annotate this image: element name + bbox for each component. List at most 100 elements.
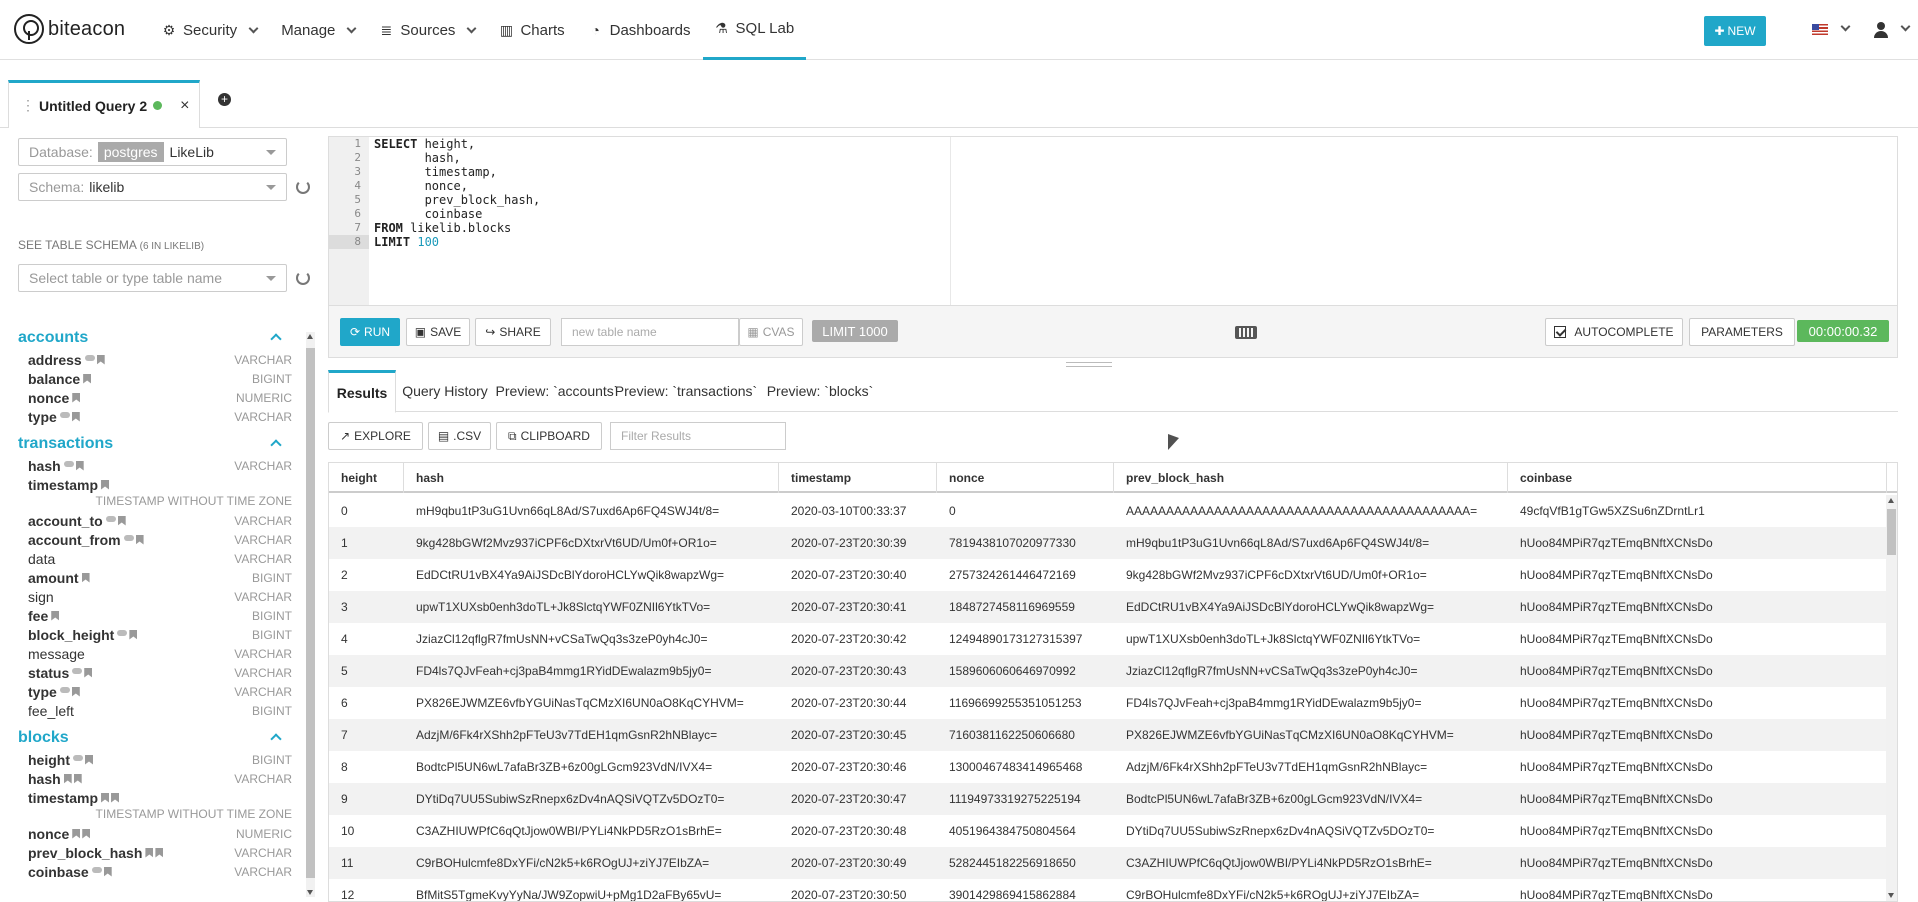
run-button[interactable]: ⟳ RUN [340, 318, 400, 346]
add-tab-icon[interactable]: + [218, 93, 231, 106]
explore-button[interactable]: ↗ EXPLORE [328, 422, 423, 450]
column-row[interactable]: prev_block_hash VARCHAR [0, 843, 306, 862]
autocomplete-toggle[interactable]: AUTOCOMPLETE [1545, 318, 1683, 346]
result-tab[interactable]: Results [328, 370, 396, 413]
table-row[interactable]: 11 C9rBOHulcmfe8DxYFi/cN2k5+k6ROgUJ+ziYJ7… [329, 847, 1887, 879]
language-flag-icon[interactable] [1812, 24, 1828, 35]
limit-dropdown[interactable]: LIMIT 1000 [812, 320, 898, 342]
table-row[interactable]: 0 mH9qbu1tP3uG1Uvn66qL8Ad/S7uxd6Ap6FQ4SWJ… [329, 495, 1887, 527]
column-row[interactable]: timestamp [0, 788, 306, 807]
table-row[interactable]: 8 BodtcPl5UN6wL7afaBr3ZB+6z00gLGcm923VdN/… [329, 751, 1887, 783]
database-select[interactable]: Database: postgres LikeLib [18, 138, 287, 166]
refresh-tables-icon[interactable] [296, 271, 310, 285]
scroll-down-icon[interactable] [1888, 893, 1894, 898]
column-row[interactable]: address VARCHAR [0, 350, 306, 369]
column-row[interactable]: type VARCHAR [0, 682, 306, 701]
scroll-down-icon[interactable] [307, 890, 313, 895]
column-row[interactable]: nonce NUMERIC [0, 824, 306, 843]
column-row[interactable]: status VARCHAR [0, 663, 306, 682]
table-row[interactable]: 12 BfMitS5TgmeKvyYyNa/JW9ZopwiU+pMg1D2aFB… [329, 879, 1887, 901]
column-row[interactable]: fee BIGINT [0, 606, 306, 625]
bookmark-icon [82, 828, 91, 839]
column-row[interactable]: block_height BIGINT [0, 625, 306, 644]
scroll-up-icon[interactable] [307, 334, 313, 339]
column-row[interactable]: timestamp [0, 475, 306, 494]
column-row[interactable]: coinbase VARCHAR [0, 862, 306, 881]
column-row[interactable]: height BIGINT [0, 750, 306, 769]
scrollbar-thumb[interactable] [1887, 509, 1896, 555]
table-row[interactable]: 4 JziazCl12qflgR7fmUsNN+vCSaTwQq3s3zeP0yh… [329, 623, 1887, 655]
checkbox-checked-icon[interactable] [1554, 326, 1567, 338]
user-icon[interactable] [1874, 22, 1888, 38]
column-row[interactable]: data VARCHAR [0, 549, 306, 568]
column-header-hash[interactable]: hash [404, 463, 779, 493]
column-row[interactable]: account_to VARCHAR [0, 511, 306, 530]
column-row[interactable]: balance BIGINT [0, 369, 306, 388]
chevron-up-icon[interactable] [270, 439, 282, 451]
result-tab[interactable]: Query History [396, 370, 494, 412]
editor-code[interactable]: SELECT height, hash, timestamp, nonce, p… [374, 137, 540, 249]
column-header-timestamp[interactable]: timestamp [779, 463, 937, 493]
new-table-name-input[interactable]: new table name [561, 318, 739, 346]
sql-editor[interactable]: 12345678 SELECT height, hash, timestamp,… [328, 136, 1898, 306]
save-button[interactable]: ▣ SAVE [406, 318, 470, 346]
table-row[interactable]: 5 FD4ls7QJvFeah+cj3paB4mmg1RYidDEwalazm9b… [329, 655, 1887, 687]
chevron-up-icon[interactable] [270, 333, 282, 345]
share-button[interactable]: ↪ SHARE [475, 318, 551, 346]
column-row[interactable]: fee_left BIGINT [0, 701, 306, 720]
chevron-down-icon[interactable] [1840, 21, 1851, 32]
column-row[interactable]: account_from VARCHAR [0, 530, 306, 549]
column-header-prev-block-hash[interactable]: prev_block_hash [1114, 463, 1508, 493]
drag-handle-icon[interactable]: ⋮ [21, 97, 35, 114]
keyboard-shortcuts-icon[interactable] [1235, 326, 1257, 339]
refresh-schema-icon[interactable] [296, 180, 310, 194]
table-row[interactable]: 9 DYtiDq7UU5SubiwSzRnepx6zDv4nAQSiVQTZv5D… [329, 783, 1887, 815]
scrollbar-thumb[interactable] [306, 348, 315, 878]
schema-select[interactable]: Schema: likelib [18, 173, 287, 201]
table-row[interactable]: 1 9kg428bGWf2Mvz937iCPF6cDXtxrVt6UD/Um0f+… [329, 527, 1887, 559]
chevron-up-icon[interactable] [270, 733, 282, 745]
nav-item-charts[interactable]: ▥ Charts [487, 0, 576, 60]
table-row[interactable]: 3 upwT1XUXsb0enh3doTL+Jk8SlctqYWF0ZNIl6Yt… [329, 591, 1887, 623]
filter-results-input[interactable]: Filter Results [610, 422, 786, 450]
csv-button[interactable]: ▤ .CSV [428, 422, 491, 450]
table-row[interactable]: 10 C3AZHIUWPfC6qQtJjow0WBI/PYLi4NkPD5RzO1… [329, 815, 1887, 847]
results-scrollbar[interactable] [1886, 495, 1897, 901]
column-row[interactable]: hash VARCHAR [0, 456, 306, 475]
sidebar-scrollbar[interactable] [306, 332, 315, 897]
table-row[interactable]: 6 PX826EJWMZE6vfbYGUiNasTqCMzXI6UN0aO8KqC… [329, 687, 1887, 719]
query-tab[interactable]: ⋮ Untitled Query 2 × [8, 80, 200, 128]
table-row[interactable]: 2 EdDCtRU1vBX4Ya9AiJSDcBlYdoroHCLYwQik8wa… [329, 559, 1887, 591]
column-row[interactable]: message VARCHAR [0, 644, 306, 663]
column-header-coinbase[interactable]: coinbase [1508, 463, 1887, 493]
column-header-height[interactable]: height [329, 463, 404, 493]
column-row[interactable]: amount BIGINT [0, 568, 306, 587]
pane-resize-handle[interactable] [1066, 362, 1112, 367]
column-row[interactable]: hash VARCHAR [0, 769, 306, 788]
result-tab[interactable]: Preview: `transactions` [610, 370, 762, 412]
nav-item-dashboards[interactable]: ◔ Dashboards [577, 0, 703, 60]
column-row[interactable]: sign VARCHAR [0, 587, 306, 606]
result-tab[interactable]: Preview: `blocks` [762, 370, 878, 412]
table-header-accounts[interactable]: accounts [0, 326, 306, 350]
nav-item-sources[interactable]: ≣ Sources [367, 0, 487, 60]
scroll-up-icon[interactable] [1888, 498, 1894, 503]
column-row[interactable]: nonce NUMERIC [0, 388, 306, 407]
table-select[interactable]: Select table or type table name [18, 264, 287, 292]
table-row[interactable]: 7 AdzjM/6Fk4rXShh2pFTeU3v7TdEH1qmGsnR2hNB… [329, 719, 1887, 751]
parameters-button[interactable]: PARAMETERS [1689, 318, 1795, 346]
table-header-blocks[interactable]: blocks [0, 726, 306, 750]
column-row[interactable]: type VARCHAR [0, 407, 306, 426]
table-header-transactions[interactable]: transactions [0, 432, 306, 456]
nav-item-manage[interactable]: Manage [269, 0, 367, 60]
new-button[interactable]: ✚ NEW [1704, 16, 1766, 46]
result-tab[interactable]: Preview: `accounts` [494, 370, 620, 412]
column-header-nonce[interactable]: nonce [937, 463, 1114, 493]
cvas-button[interactable]: ▦ CVAS [739, 318, 803, 346]
app-logo[interactable]: biteacon [14, 14, 125, 44]
chevron-down-icon[interactable] [1900, 21, 1911, 32]
close-icon[interactable]: × [180, 97, 189, 115]
clipboard-button[interactable]: ⧉ CLIPBOARD [496, 422, 602, 450]
nav-item-security[interactable]: ⚙ Security [150, 0, 269, 60]
nav-item-sql-lab[interactable]: ⚗ SQL Lab [702, 0, 807, 60]
